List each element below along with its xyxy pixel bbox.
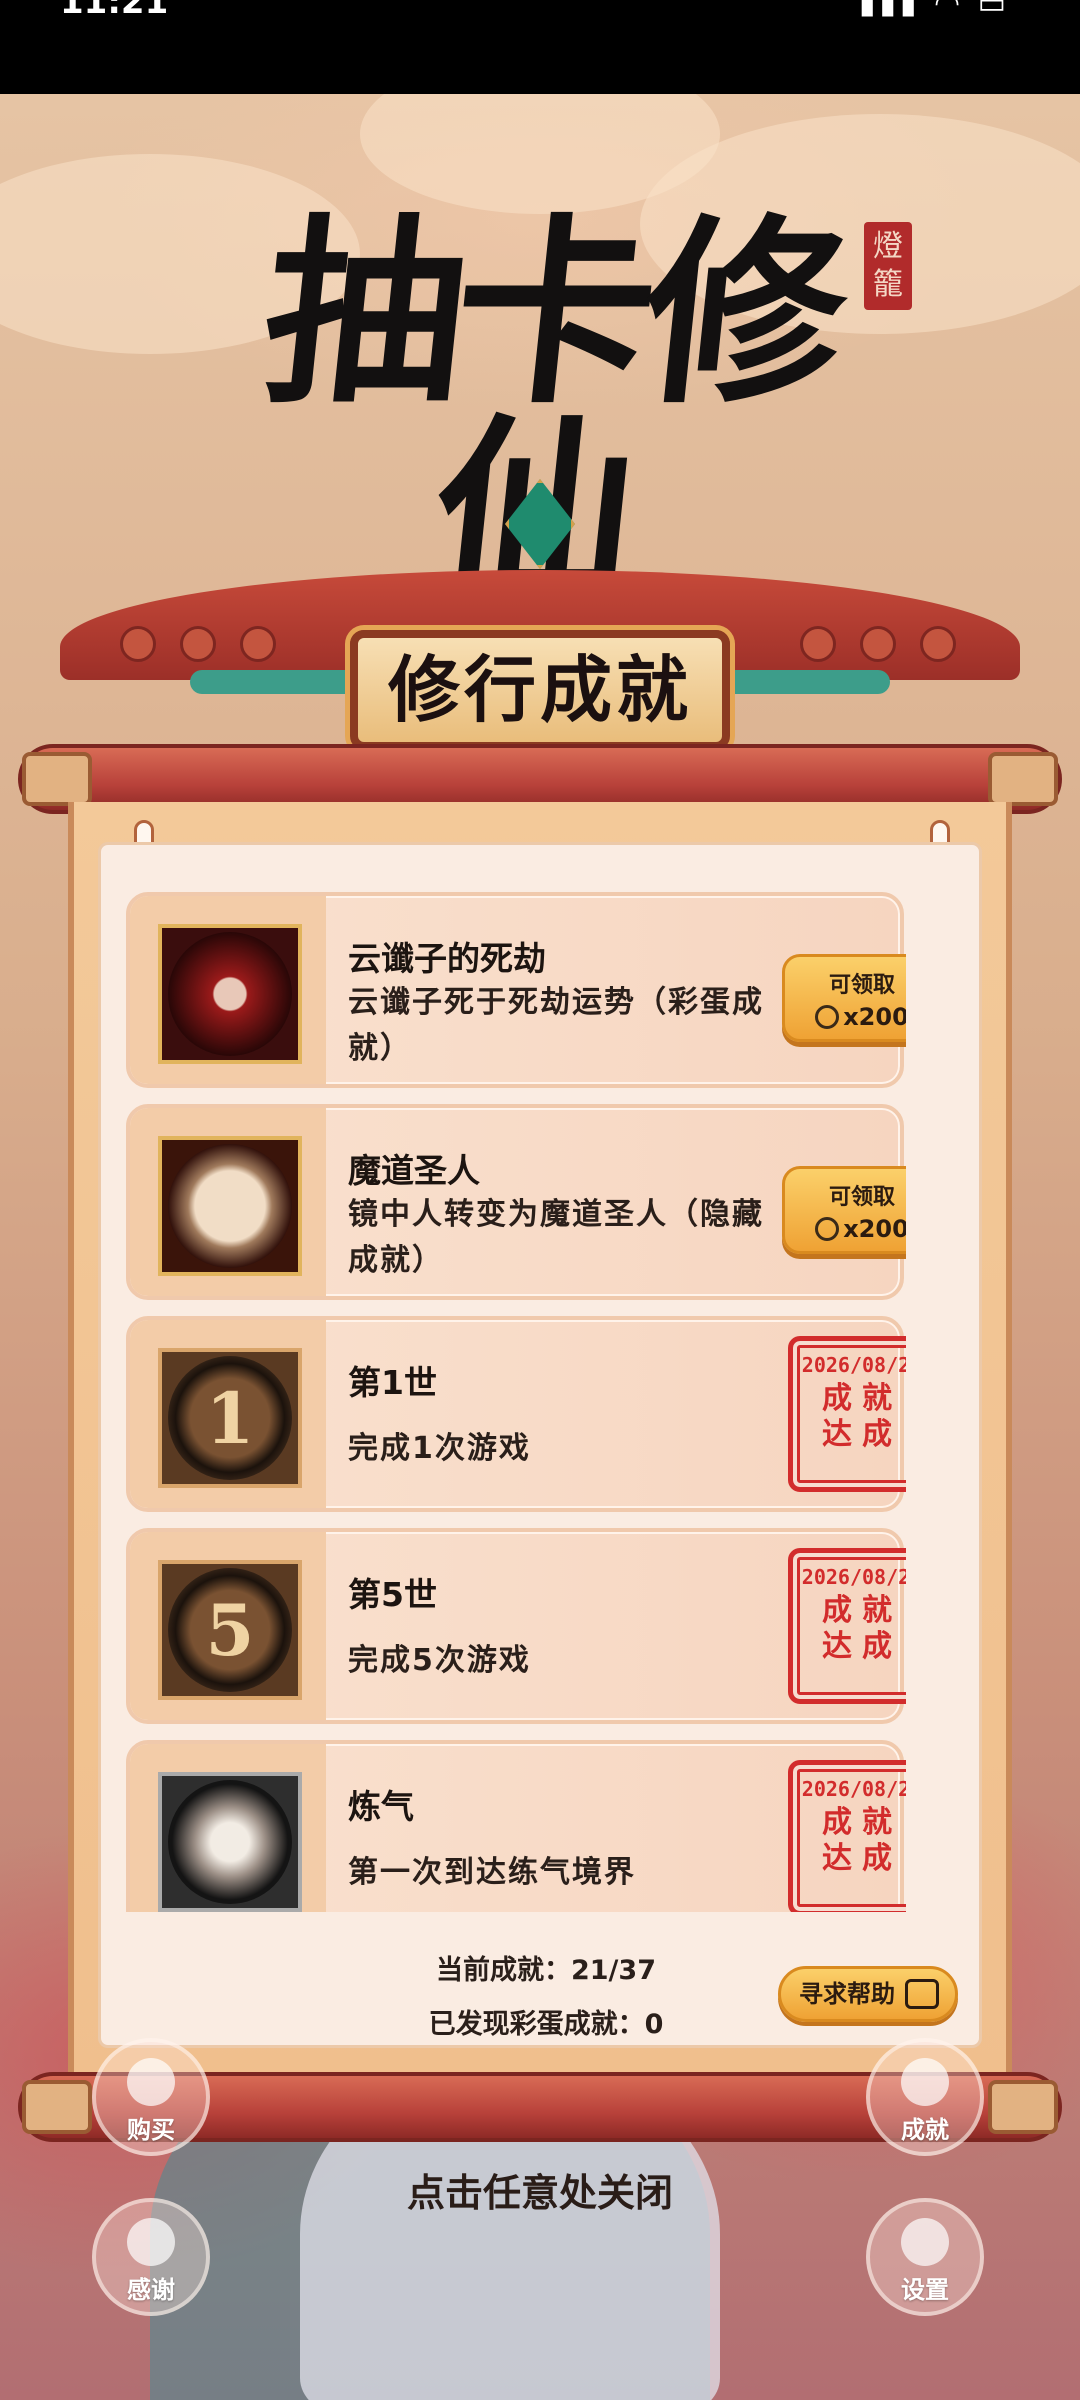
achievement-desc: 第一次到达练气境界	[348, 1855, 636, 1890]
roof-tile	[240, 626, 276, 662]
achievement-icon-box: 5	[130, 1532, 326, 1720]
section-title: 修行成就	[387, 647, 692, 732]
thanks-label: 感谢	[127, 2276, 175, 2304]
status-icons: ▮▮▮ ◠ ▭	[858, 0, 1010, 21]
claim-label: 可领取	[828, 973, 895, 998]
achievement-list[interactable]: 云谶子的死劫 云谶子死于死劫运势（彩蛋成就） 可领取 x200 魔道圣人 镜中人…	[126, 892, 906, 1912]
spirit-coin-icon	[815, 1005, 840, 1029]
roof-tile	[120, 626, 156, 662]
stamp-text: 成就 达成	[822, 1381, 902, 1452]
coin-icon	[127, 2058, 175, 2106]
rod-cap	[988, 2080, 1058, 2134]
achievement-name: 魔道圣人	[348, 1151, 480, 1190]
achievement-button[interactable]: 成就	[866, 2038, 984, 2156]
roof-tile	[800, 626, 836, 662]
achievement-desc: 完成1次游戏	[348, 1431, 531, 1466]
life-5-icon: 5	[158, 1560, 302, 1700]
buy-button[interactable]: 购买	[92, 2038, 210, 2156]
achievement-icon-box: 1	[130, 1320, 326, 1508]
stamp-date: 2026/08/25	[801, 1777, 906, 1801]
achievement-icon-box	[130, 1744, 326, 1912]
achievement-desc: 镜中人转变为魔道圣人（隐藏成就）	[348, 1197, 764, 1278]
stamp-date: 2026/08/25	[801, 1565, 906, 1589]
life-1-icon: 1	[158, 1348, 302, 1488]
stamp-text: 成就 达成	[822, 1805, 902, 1876]
rod-cap	[22, 2080, 92, 2134]
roof-tile	[180, 626, 216, 662]
claim-button[interactable]: 可领取 x200	[782, 954, 906, 1042]
star-icon	[901, 2058, 949, 2106]
achievement-card[interactable]: 魔道圣人 镜中人转变为魔道圣人（隐藏成就） 可领取 x200	[126, 1104, 906, 1300]
rod-cap	[22, 752, 92, 806]
achievement-name: 云谶子的死劫	[348, 939, 546, 978]
achievement-icon-box	[130, 1108, 326, 1296]
roof-tile	[860, 626, 896, 662]
achieved-stamp: 2026/08/25 成就达成	[788, 1336, 906, 1492]
achievement-name: 第5世	[348, 1575, 437, 1614]
achievement-card: 1 第1世 完成1次游戏 2026/08/25 成就达成	[126, 1316, 906, 1512]
achievement-card: 炼气 第一次到达练气境界 2026/08/25 成就达成	[126, 1740, 906, 1912]
settings-label: 设置	[901, 2276, 949, 2304]
red-mask-icon	[158, 924, 302, 1064]
settings-button[interactable]: 设置	[866, 2198, 984, 2316]
achievement-name: 炼气	[348, 1787, 414, 1826]
reward-amount: x200	[843, 1215, 906, 1243]
reward-amount: x200	[843, 1003, 906, 1031]
achievement-label: 成就	[901, 2116, 949, 2144]
status-bar: 11:21 ▮▮▮ ◠ ▭	[0, 0, 1080, 94]
buy-label: 购买	[127, 2116, 175, 2144]
status-time: 11:21	[60, 0, 169, 22]
claim-button[interactable]: 可领取 x200	[782, 1166, 906, 1254]
thanks-button[interactable]: 感谢	[92, 2198, 210, 2316]
achievement-card: 5 第5世 完成5次游戏 2026/08/25 成就达成	[126, 1528, 906, 1724]
achievement-icon-box	[130, 896, 326, 1084]
achievement-name: 第1世	[348, 1363, 437, 1402]
section-plaque: 修行成就	[350, 630, 730, 750]
achieved-stamp: 2026/08/25 成就达成	[788, 1760, 906, 1912]
achievement-desc: 完成5次游戏	[348, 1643, 531, 1678]
achievement-desc: 云谶子死于死劫运势（彩蛋成就）	[348, 985, 764, 1066]
heart-user-icon	[127, 2218, 175, 2266]
spirit-coin-icon	[815, 1217, 840, 1241]
lantern-seal: 燈籠	[864, 222, 912, 310]
rod-cap	[988, 752, 1058, 806]
achievement-card[interactable]: 云谶子的死劫 云谶子死于死劫运势（彩蛋成就） 可领取 x200	[126, 892, 906, 1088]
help-label: 寻求帮助	[799, 1980, 895, 2008]
qi-refining-icon	[158, 1772, 302, 1912]
demon-sage-icon	[158, 1136, 302, 1276]
stamp-text: 成就 达成	[822, 1593, 902, 1664]
chat-bubble-icon	[905, 1979, 939, 2009]
claim-label: 可领取	[828, 1185, 895, 1210]
achievement-panel: 云谶子的死劫 云谶子死于死劫运势（彩蛋成就） 可领取 x200 魔道圣人 镜中人…	[68, 802, 1012, 2084]
achieved-stamp: 2026/08/25 成就达成	[788, 1548, 906, 1704]
stamp-date: 2026/08/25	[801, 1353, 906, 1377]
game-scene[interactable]: 抽卡修仙 燈籠 修行成就 云谶子的死劫 云谶子死于死劫运势（彩蛋成就） 可领取 …	[0, 94, 1080, 2400]
help-button[interactable]: 寻求帮助	[778, 1966, 958, 2022]
roof-tile	[920, 626, 956, 662]
gear-icon	[901, 2218, 949, 2266]
